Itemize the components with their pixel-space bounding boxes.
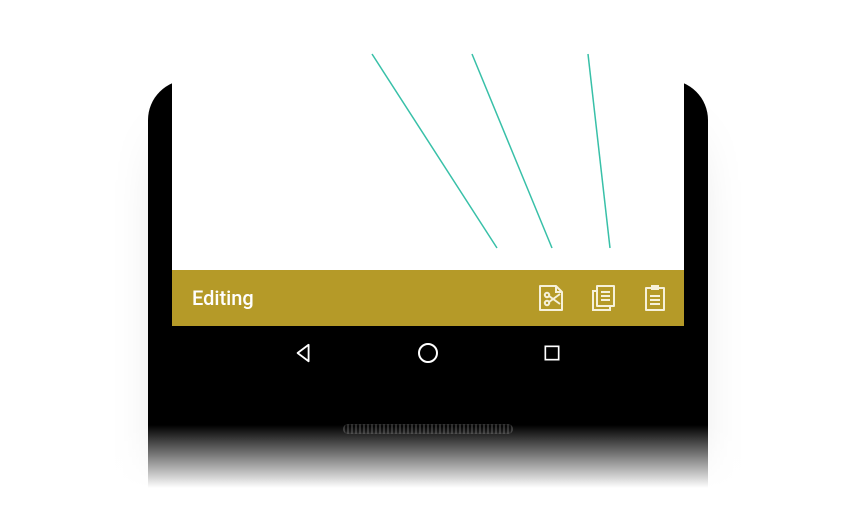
toolbar-actions <box>536 283 670 313</box>
system-nav-bar <box>172 326 684 380</box>
paste-button[interactable] <box>640 283 670 313</box>
nav-recent-button[interactable] <box>539 340 565 366</box>
back-icon <box>293 342 315 364</box>
toolbar-title: Editing <box>192 286 536 310</box>
editing-toolbar: Editing <box>172 270 684 326</box>
paste-icon <box>640 283 670 313</box>
recent-apps-icon <box>542 343 562 363</box>
phone-screen: Editing <box>172 0 684 380</box>
cut-button[interactable] <box>536 283 566 313</box>
cut-icon <box>536 283 566 313</box>
phone-frame: Editing <box>148 80 708 515</box>
copy-icon <box>588 283 618 313</box>
home-icon <box>416 341 440 365</box>
nav-back-button[interactable] <box>291 340 317 366</box>
copy-button[interactable] <box>588 283 618 313</box>
phone-speaker <box>343 424 513 434</box>
nav-home-button[interactable] <box>415 340 441 366</box>
